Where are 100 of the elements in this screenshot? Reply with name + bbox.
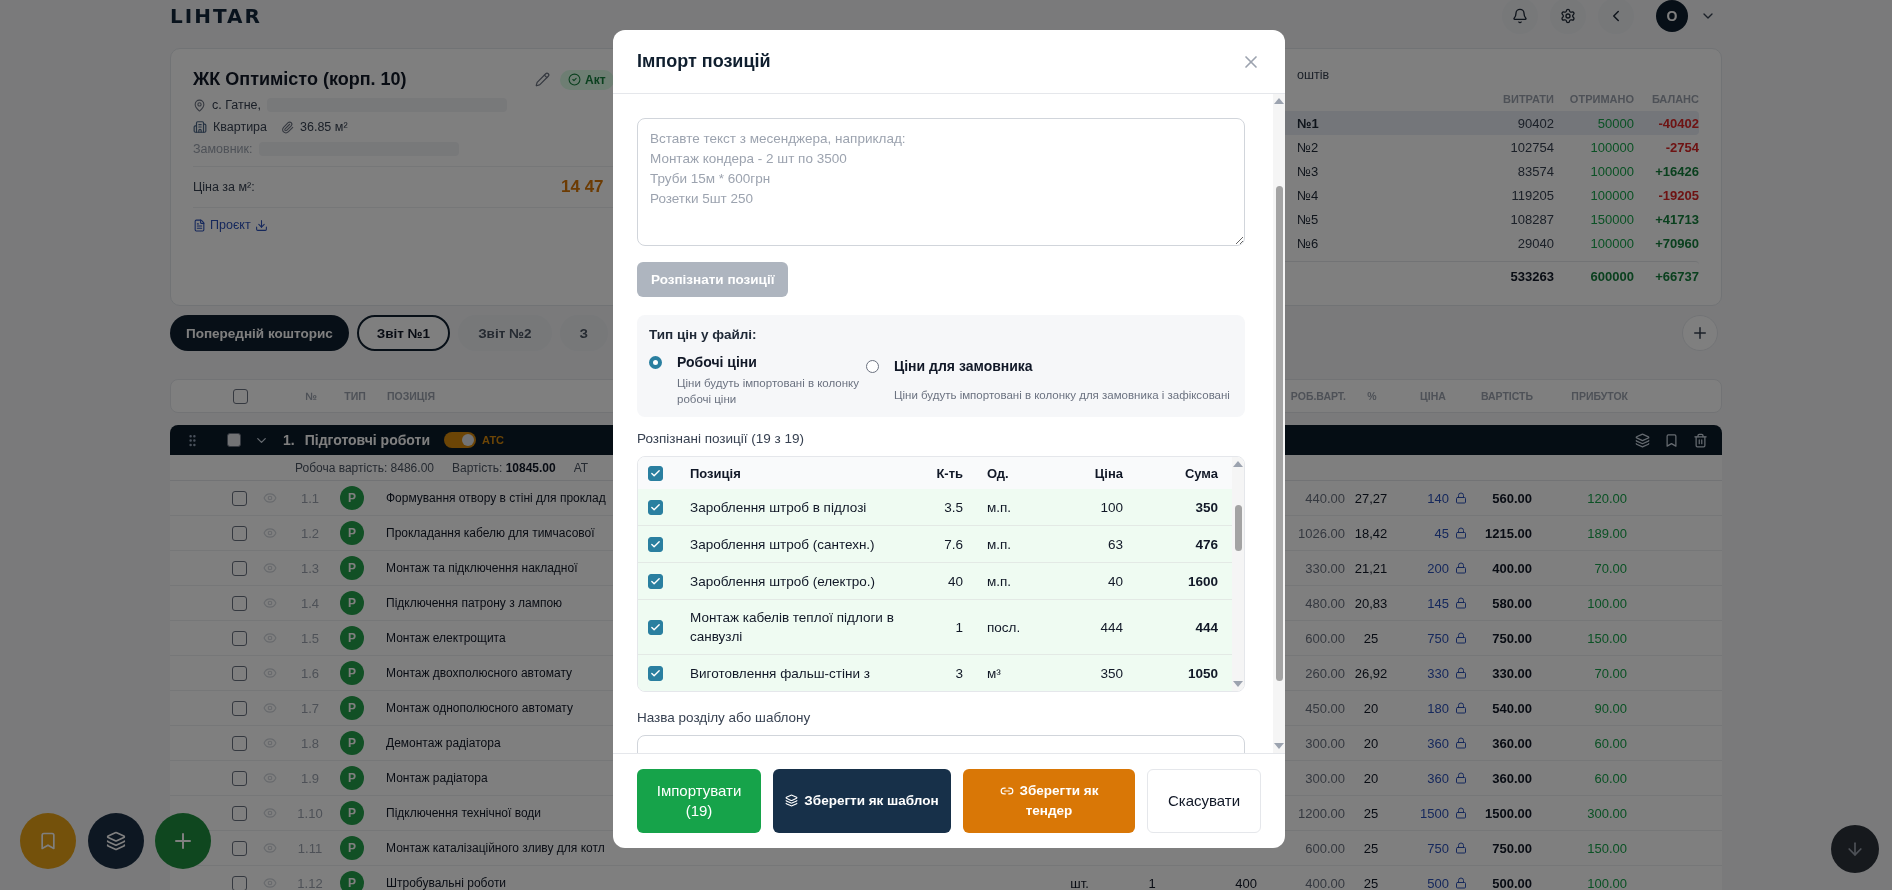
report-label: №4	[1297, 187, 1319, 203]
checkbox[interactable]	[231, 875, 247, 890]
checkbox[interactable]	[648, 499, 663, 515]
price: 750	[1427, 840, 1449, 856]
lock-icon[interactable]	[1455, 842, 1467, 854]
save-button[interactable]: Зберегти як шаблон	[773, 769, 951, 833]
checkbox[interactable]	[231, 665, 247, 681]
checkbox[interactable]	[231, 735, 247, 751]
item-name: Зароблення штроб в підлозі	[689, 498, 868, 517]
price: 200	[1427, 560, 1449, 576]
radio-button[interactable]	[649, 355, 662, 369]
checkbox[interactable]	[648, 465, 663, 481]
layers-icon[interactable]	[1635, 432, 1650, 448]
checkbox[interactable]	[648, 619, 663, 635]
add-button[interactable]	[155, 813, 211, 869]
lock-icon[interactable]	[1455, 702, 1467, 714]
building-icon	[193, 120, 207, 134]
paste-text-field[interactable]: Вставте текст з месенджера, наприклад: Монтаж кондера - 2 шт по 3500 Труби 15м * 600грн Розетки 5шт 250	[637, 118, 1245, 246]
item-sum: 350	[1194, 499, 1218, 515]
checkbox[interactable]	[231, 560, 247, 576]
report-label: №1	[1297, 115, 1319, 131]
position-name: Формування отвору в стіні для проклад	[386, 491, 606, 505]
percent: 25	[1362, 840, 1380, 856]
work-cost: 300.00	[1304, 770, 1345, 786]
price: 750	[1427, 630, 1449, 646]
area: 36.85 м²	[300, 120, 348, 134]
project-link[interactable]: Проєкт	[193, 218, 268, 232]
lock-icon[interactable]	[1455, 632, 1467, 644]
checkbox[interactable]	[231, 595, 247, 611]
lock-icon[interactable]	[1455, 527, 1467, 539]
price: 180	[1427, 700, 1449, 716]
report-label: №3	[1297, 163, 1319, 179]
profit: 90.00	[1593, 700, 1627, 716]
cost: 540.00	[1491, 700, 1532, 716]
checkbox[interactable]	[227, 433, 241, 447]
work-price: 400	[1234, 875, 1257, 890]
layers-button[interactable]	[88, 813, 144, 869]
type-badge: P	[340, 521, 364, 545]
percent: 18,42	[1353, 525, 1389, 541]
price: 140	[1427, 490, 1449, 506]
lock-icon[interactable]	[1455, 877, 1467, 889]
radio-button[interactable]	[866, 359, 879, 373]
lock-icon[interactable]	[1455, 492, 1467, 504]
item-sum: 1050	[1186, 665, 1218, 681]
item-price: 100	[1099, 499, 1123, 515]
percent: 20,83	[1353, 595, 1389, 611]
type-badge: P	[340, 486, 364, 510]
bookmark-icon[interactable]	[1664, 432, 1679, 448]
price: 360	[1427, 735, 1449, 751]
save-button[interactable]: Зберегти як тендер	[963, 769, 1135, 833]
avatar[interactable]: О	[1656, 0, 1688, 32]
checkbox[interactable]	[648, 665, 663, 681]
plus-icon	[1691, 324, 1709, 342]
type-badge: P	[340, 766, 364, 790]
column-header: %	[1366, 390, 1378, 402]
percent: 21,21	[1353, 560, 1389, 576]
checkbox[interactable]	[231, 490, 247, 506]
price-value: 14 47	[561, 177, 604, 197]
cancel-button[interactable]: Скасувати	[1147, 769, 1261, 833]
tab[interactable]: Звіт №1	[356, 315, 451, 351]
work-cost: 1026.00	[1297, 525, 1345, 541]
work-cost: 330.00	[1304, 560, 1345, 576]
scrollbar[interactable]	[1232, 457, 1244, 691]
checkbox[interactable]	[231, 525, 247, 541]
option-description: Ціни будуть імпортовані в колонку для замовника і зафіксовані	[894, 388, 1231, 403]
lock-icon[interactable]	[1455, 562, 1467, 574]
checkbox[interactable]	[648, 573, 663, 589]
ats-toggle[interactable]	[444, 432, 476, 448]
lock-icon[interactable]	[1455, 807, 1467, 819]
checkbox[interactable]	[648, 536, 663, 552]
add-button[interactable]	[1682, 315, 1718, 351]
type-badge: P	[340, 731, 364, 755]
scroll-down-button[interactable]	[1831, 825, 1879, 873]
checkbox[interactable]	[232, 388, 248, 404]
tab[interactable]: Попередній кошторис	[170, 315, 349, 351]
item-name: Виготовлення фальш-стіни з	[689, 664, 871, 683]
quantity: 1	[1147, 875, 1157, 890]
position-name: Монтаж електрощита	[386, 631, 506, 645]
item-unit: м³	[986, 665, 1002, 681]
expenses: 102754	[1509, 139, 1554, 155]
lock-icon[interactable]	[1455, 667, 1467, 679]
trash-icon[interactable]	[1693, 432, 1708, 448]
item-price: 350	[1099, 665, 1123, 681]
checkbox[interactable]	[231, 770, 247, 786]
scrollbar[interactable]	[1273, 94, 1285, 753]
lock-icon[interactable]	[1455, 772, 1467, 784]
option-description: Ціни будуть імпортовані в колонку робочі ціни	[677, 376, 860, 407]
recognized-title: Розпізнані позиції (19 з 19)	[637, 431, 805, 446]
bookmark-button[interactable]	[20, 813, 76, 869]
edit-icon[interactable]	[535, 72, 550, 87]
profit: 60.00	[1593, 735, 1627, 751]
import-button[interactable]: Імпортувати (19)	[637, 769, 761, 833]
item-sum: 444	[1194, 619, 1218, 635]
checkbox[interactable]	[231, 805, 247, 821]
lock-icon[interactable]	[1455, 597, 1467, 609]
lock-icon[interactable]	[1455, 737, 1467, 749]
checkbox[interactable]	[231, 840, 247, 856]
checkbox[interactable]	[231, 700, 247, 716]
profit: 100.00	[1586, 875, 1627, 890]
checkbox[interactable]	[231, 630, 247, 646]
